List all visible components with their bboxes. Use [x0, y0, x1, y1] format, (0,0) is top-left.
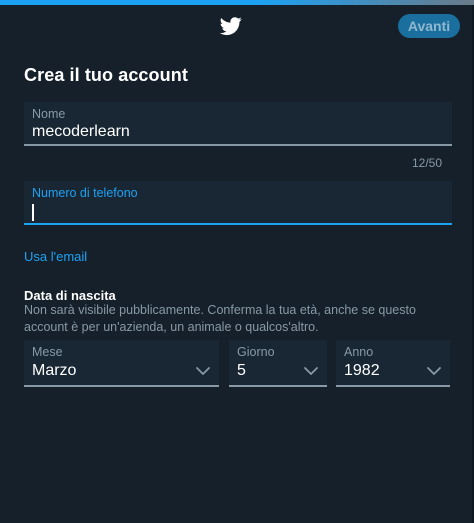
text-caret: [32, 204, 34, 221]
twitter-bird-icon: [219, 15, 243, 37]
name-field-value: mecoderlearn: [32, 123, 130, 140]
signup-modal: Avanti Crea il tuo account Nome mecoderl…: [0, 5, 474, 523]
day-select[interactable]: Giorno 5: [229, 340, 327, 387]
name-field-label: Nome: [32, 107, 66, 121]
year-select-value: 1982: [344, 362, 380, 379]
dob-description: Non sarà visibile pubblicamente. Conferm…: [24, 303, 416, 334]
month-select-label: Mese: [32, 345, 63, 359]
month-select[interactable]: Mese Marzo: [24, 340, 219, 387]
modal-header: Avanti: [0, 5, 472, 49]
name-char-counter: 12/50: [411, 156, 442, 170]
year-select-label: Anno: [344, 345, 374, 359]
day-select-value: 5: [237, 362, 246, 379]
chevron-down-icon: [304, 367, 318, 375]
day-select-label: Giorno: [237, 345, 275, 359]
month-select-value: Marzo: [32, 362, 77, 379]
dob-title: Data di nascita: [24, 288, 116, 303]
phone-field-label: Numero di telefono: [32, 186, 138, 200]
chevron-down-icon: [196, 367, 210, 375]
next-button[interactable]: Avanti: [398, 14, 460, 38]
page-title: Crea il tuo account: [24, 65, 188, 85]
chevron-down-icon: [427, 367, 441, 375]
year-select[interactable]: Anno 1982: [336, 340, 450, 387]
use-email-link[interactable]: Usa l'email: [24, 249, 87, 264]
name-field[interactable]: Nome mecoderlearn: [24, 102, 452, 146]
phone-field[interactable]: Numero di telefono: [24, 181, 452, 225]
